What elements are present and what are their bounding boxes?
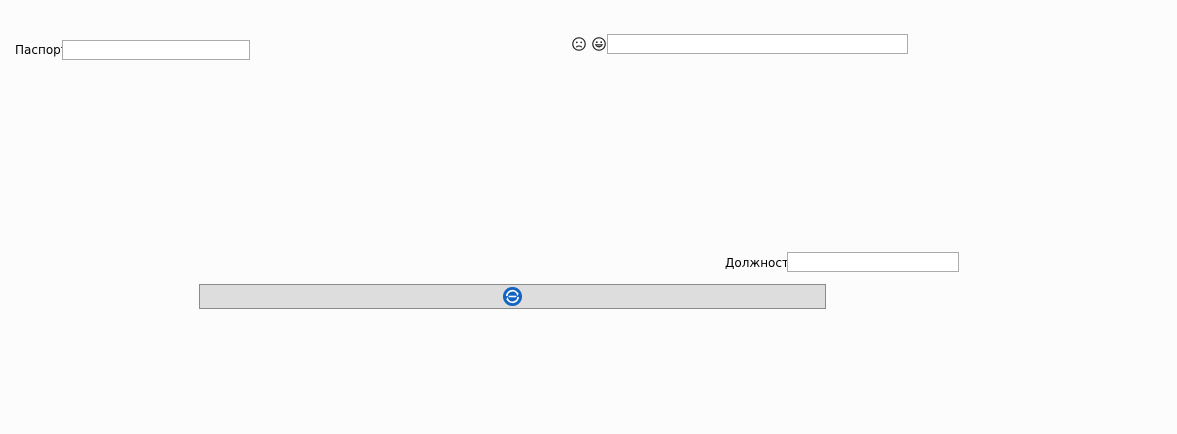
position-input[interactable] [787,252,959,272]
top-right-input[interactable] [607,34,908,54]
sync-icon [502,286,523,307]
refresh-button[interactable] [199,284,826,309]
sad-face-icon[interactable] [572,37,586,51]
form-page: Паспорт Должность [0,0,1177,434]
passport-input[interactable] [62,40,250,60]
position-label: Должность [725,256,797,270]
grinning-face-icon[interactable] [592,37,606,51]
passport-label: Паспорт [15,43,68,57]
